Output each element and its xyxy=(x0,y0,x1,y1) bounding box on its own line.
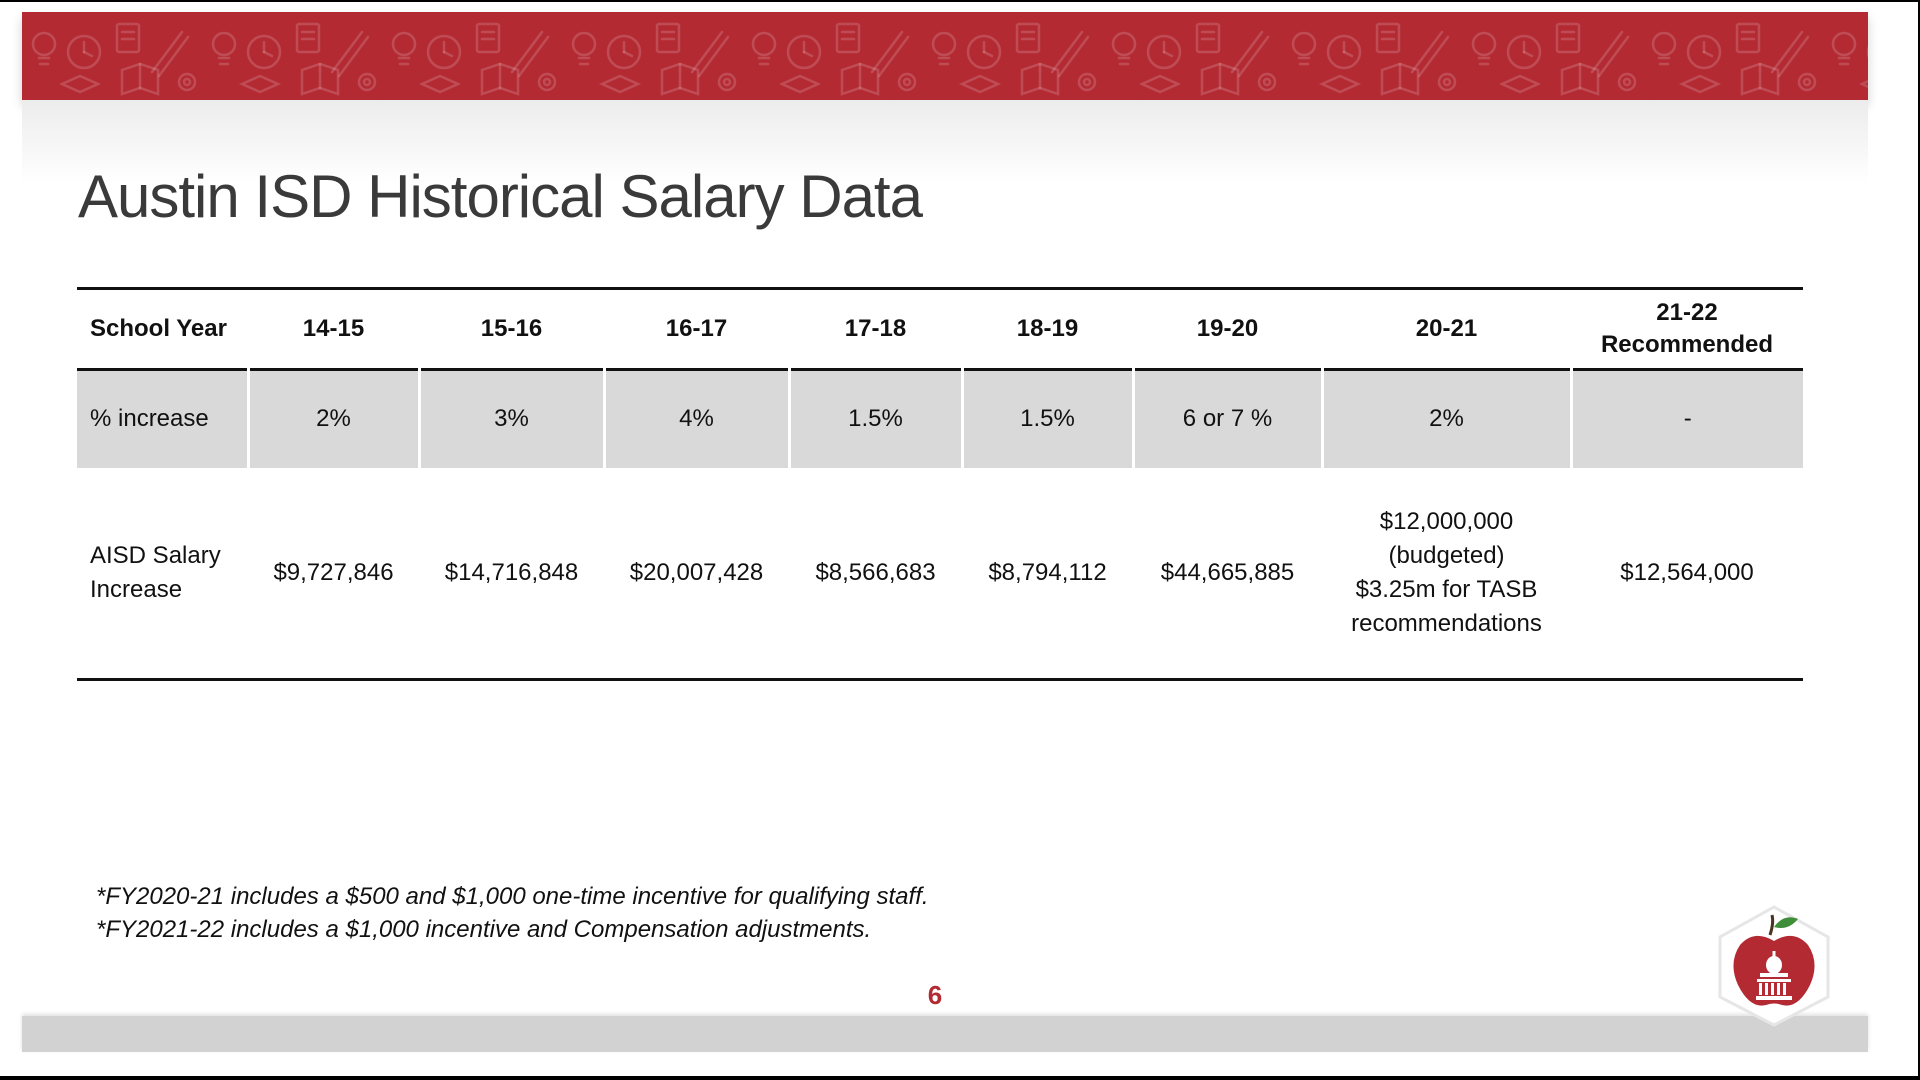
row-label: % increase xyxy=(77,369,250,468)
footnotes: *FY2020-21 includes a $500 and $1,000 on… xyxy=(96,880,929,946)
table-cell-multiline: $12,000,000 (budgeted) $3.25m for TASB r… xyxy=(1322,468,1571,680)
cell-line: recommendations xyxy=(1351,609,1542,637)
table-cell: $44,665,885 xyxy=(1160,558,1295,586)
footer-bar xyxy=(22,1016,1868,1052)
table-cell: 3% xyxy=(419,369,606,468)
percent-increase-row: % increase 2% 3% 4% 1.5% 1.5% 6 or 7 % 2… xyxy=(77,369,1803,468)
table-cell: 1.5% xyxy=(962,369,1135,468)
table-header-row: School Year 14-15 15-16 16-17 17-18 18-1… xyxy=(77,288,1803,370)
header-year: 19-20 xyxy=(1196,315,1259,342)
table-cell: - xyxy=(1683,405,1692,433)
table-cell: $8,794,112 xyxy=(988,558,1107,586)
header-year: 16-17 xyxy=(665,315,728,342)
header-year: 18-19 xyxy=(1016,315,1079,342)
header-year: 15-16 xyxy=(480,315,543,342)
cell-line: $3.25m for TASB xyxy=(1355,575,1538,603)
row-label-line: Increase xyxy=(90,575,183,603)
page-number: 6 xyxy=(927,980,943,1010)
table-cell: $9,727,846 xyxy=(273,558,394,586)
footnote: *FY2021-22 includes a $1,000 incentive a… xyxy=(96,916,872,943)
header-year: 17-18 xyxy=(844,315,907,342)
table-cell: $8,566,683 xyxy=(815,558,936,586)
table-cell: 2% xyxy=(1322,369,1573,468)
salary-table: School Year 14-15 15-16 16-17 17-18 18-1… xyxy=(77,287,1803,681)
table-cell: $20,007,428 xyxy=(629,558,764,586)
banner-pattern xyxy=(22,12,1868,100)
header-year: 20-21 xyxy=(1415,315,1478,342)
header-school-year: School Year xyxy=(90,315,227,342)
cell-line: $12,000,000 xyxy=(1379,507,1514,535)
table-cell: 6 or 7 % xyxy=(1133,369,1324,468)
table-cell: $12,564,000 xyxy=(1620,558,1754,586)
header-recommended-label: Recommended xyxy=(1600,331,1774,358)
header-year: 14-15 xyxy=(302,315,365,342)
header-year-recommended: 21-22 Recommended xyxy=(1571,289,1803,370)
row-label: AISD Salary Increase xyxy=(77,468,248,680)
table-cell: 4% xyxy=(604,369,791,468)
table-cell: $14,716,848 xyxy=(444,558,579,586)
footnote: *FY2020-21 includes a $500 and $1,000 on… xyxy=(96,883,929,910)
header-banner xyxy=(22,12,1868,100)
table-cell: 2% xyxy=(248,369,421,468)
header-year-label: 21-22 xyxy=(1656,299,1718,326)
salary-increase-row: AISD Salary Increase $9,727,846 $14,716,… xyxy=(77,468,1803,680)
table-cell: 1.5% xyxy=(789,369,964,468)
row-label-line: AISD Salary xyxy=(90,541,221,569)
frame-top-edge xyxy=(0,0,1920,2)
cell-line: (budgeted) xyxy=(1388,541,1505,569)
slide-title: Austin ISD Historical Salary Data xyxy=(78,163,923,230)
frame-bottom-edge xyxy=(0,1076,1920,1080)
apple-capitol-logo-icon xyxy=(1714,905,1834,1032)
